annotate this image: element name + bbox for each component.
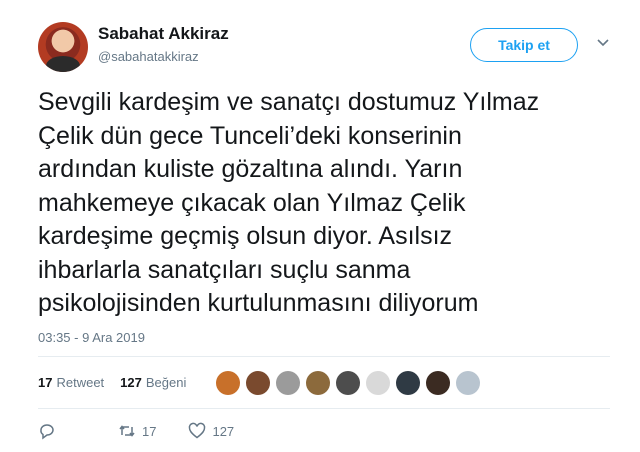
retweet-count[interactable]: 17 [38, 375, 52, 390]
tweet-text-line: kardeşime geçmiş olsun diyor. Asılsız [38, 222, 453, 250]
liker-avatar[interactable] [216, 371, 240, 395]
liker-avatar[interactable] [426, 371, 450, 395]
follow-button[interactable]: Takip et [470, 28, 578, 62]
liker-avatar[interactable] [306, 371, 330, 395]
tweet-text: Sevgili kardeşim ve sanatçı dostumuz Yıl… [38, 86, 618, 321]
tweet-text-line: Çelik dün gece Tunceli’deki konserinin [38, 121, 462, 150]
retweet-action-count: 17 [142, 423, 157, 439]
divider [38, 356, 610, 357]
liker-avatar[interactable] [246, 371, 270, 395]
tweet-text-line: ihbarlarla sanatçıları suçlu sanma [38, 255, 411, 284]
author-handle[interactable]: @sabahatakkiraz [98, 49, 199, 64]
like-label[interactable]: Beğeni [146, 375, 186, 390]
liker-avatar[interactable] [276, 371, 300, 395]
heart-icon [189, 422, 206, 439]
like-action-count: 127 [212, 423, 235, 439]
liker-avatar[interactable] [366, 371, 390, 395]
liker-avatar[interactable] [456, 371, 480, 395]
tweet-text-line: ardından kuliste gözaltına alındı. Yarın [38, 155, 463, 183]
tweet-card: Sabahat Akkiraz @sabahatakkiraz Takip et… [0, 0, 640, 452]
retweet-icon [119, 425, 135, 437]
reply-icon [40, 424, 54, 440]
avatar[interactable] [38, 22, 88, 72]
chevron-down-icon[interactable] [596, 36, 610, 50]
retweet-label[interactable]: Retweet [56, 375, 104, 390]
reply-button[interactable] [38, 422, 56, 440]
tweet-stats: 17 Retweet 127 Beğeni [38, 375, 186, 390]
liker-avatar[interactable] [336, 371, 360, 395]
tweet-text-line: mahkemeye çıkacak olan Yılmaz Çelik [38, 188, 466, 217]
divider [38, 408, 610, 409]
author-display-name[interactable]: Sabahat Akkiraz [98, 24, 229, 44]
like-button[interactable]: 127 [188, 422, 234, 440]
retweet-button[interactable]: 17 [118, 422, 156, 440]
tweet-text-line: psikolojisinden kurtulunmasını diliyorum [38, 289, 479, 317]
tweet-text-line: Sevgili kardeşim ve sanatçı dostumuz Yıl… [38, 88, 540, 116]
liker-avatar[interactable] [396, 371, 420, 395]
tweet-actions: 17 127 [38, 422, 234, 440]
liker-avatars [216, 371, 480, 395]
like-count[interactable]: 127 [120, 375, 142, 390]
tweet-timestamp[interactable]: 03:35 - 9 Ara 2019 [38, 330, 145, 345]
